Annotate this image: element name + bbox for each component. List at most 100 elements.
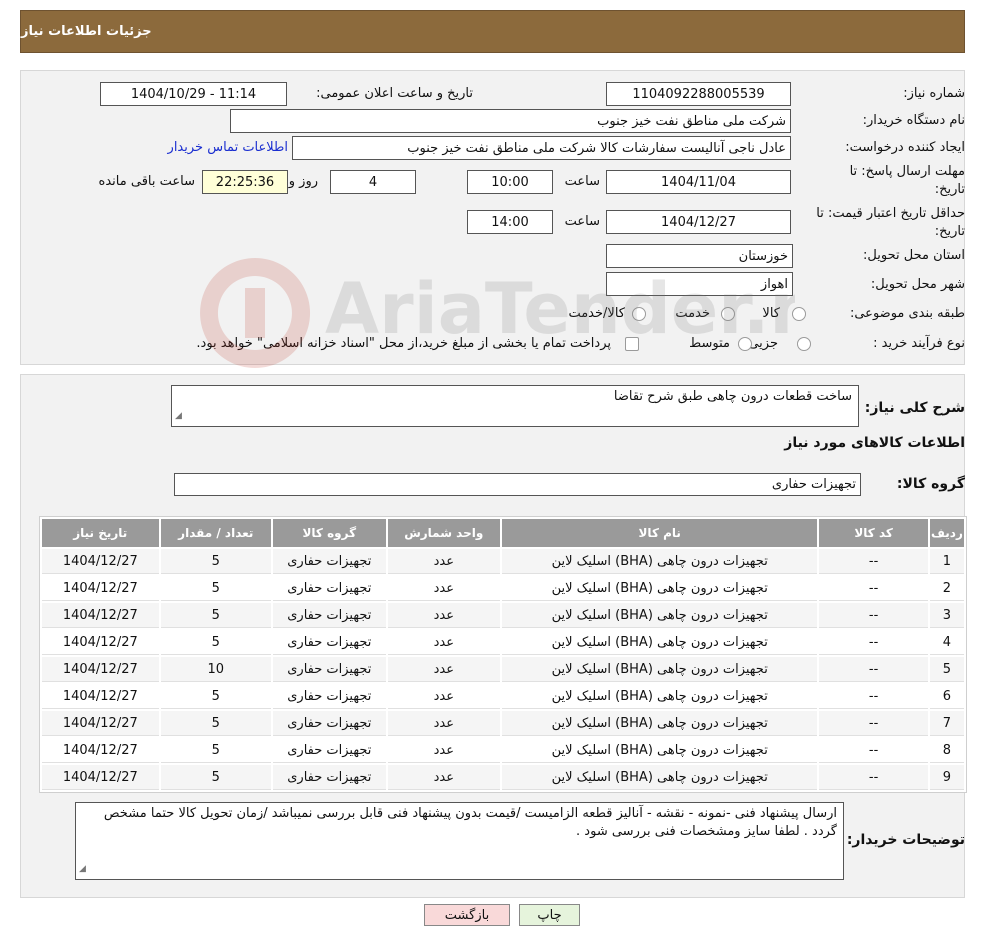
cell-need-date: 1404/12/27: [42, 684, 159, 709]
cell-unit: عدد: [387, 603, 501, 628]
page-title: جزئیات اطلاعات نیاز: [21, 24, 152, 39]
table-row: 6 -- تجهیزات درون چاهی (BHA) اسلیک لاین عدد…: [42, 684, 964, 709]
cell-item-name: تجهیزات درون چاهی (BHA) اسلیک لاین: [502, 765, 818, 790]
cell-group: تجهیزات حفاری: [273, 549, 386, 574]
days-field: 4: [330, 170, 416, 194]
cell-item-code: --: [819, 684, 928, 709]
cell-need-date: 1404/12/27: [42, 738, 159, 763]
city-label: شهر محل تحویل:: [870, 277, 965, 292]
cell-row-number: 3: [929, 603, 964, 628]
cell-need-date: 1404/12/27: [42, 657, 159, 682]
cell-item-code: --: [819, 603, 928, 628]
cell-row-number: 5: [929, 657, 964, 682]
items-table: ردیف کد کالا نام کالا واحد شمارش گروه کا…: [39, 516, 967, 793]
cell-item-name: تجهیزات درون چاهی (BHA) اسلیک لاین: [502, 711, 818, 736]
days-label: روز و: [288, 174, 318, 189]
deadline-time-field: 10:00: [467, 170, 553, 194]
cell-unit: عدد: [387, 711, 501, 736]
category-option-service: خدمت: [675, 306, 710, 321]
page-header: جزئیات اطلاعات نیاز: [20, 10, 965, 53]
goods-group-label: گروه کالا:: [896, 476, 965, 492]
cell-quantity: 5: [160, 549, 272, 574]
cell-unit: عدد: [387, 549, 501, 574]
cell-item-code: --: [819, 657, 928, 682]
purchase-radio-minor[interactable]: [797, 337, 811, 351]
col-header-date: تاریخ نیاز: [42, 519, 159, 547]
col-header-qty: تعداد / مقدار: [160, 519, 272, 547]
cell-quantity: 5: [160, 576, 272, 601]
cell-unit: عدد: [387, 684, 501, 709]
creator-field: عادل ناجی آنالیست سفارشات کالا شرکت ملی …: [292, 136, 791, 160]
cell-need-date: 1404/12/27: [42, 576, 159, 601]
table-row: 9 -- تجهیزات درون چاهی (BHA) اسلیک لاین عدد…: [42, 765, 964, 790]
cell-item-name: تجهیزات درون چاهی (BHA) اسلیک لاین: [502, 576, 818, 601]
remaining-label: ساعت باقی مانده: [98, 174, 195, 189]
col-header-code: کد کالا: [819, 519, 928, 547]
deadline-label-1: مهلت ارسال پاسخ: تا: [849, 164, 965, 179]
col-header-unit: واحد شمارش: [387, 519, 501, 547]
validity-date-field: 1404/12/27: [606, 210, 791, 234]
cell-item-code: --: [819, 765, 928, 790]
table-row: 5 -- تجهیزات درون چاهی (BHA) اسلیک لاین عدد…: [42, 657, 964, 682]
cell-quantity: 5: [160, 603, 272, 628]
category-radio-both[interactable]: [632, 307, 646, 321]
creator-label: ایجاد کننده درخواست:: [845, 140, 965, 155]
cell-quantity: 10: [160, 657, 272, 682]
table-row: 7 -- تجهیزات درون چاهی (BHA) اسلیک لاین عدد…: [42, 711, 964, 736]
cell-item-code: --: [819, 549, 928, 574]
cell-quantity: 5: [160, 738, 272, 763]
goods-group-field: تجهیزات حفاری: [174, 473, 861, 496]
announce-label: تاریخ و ساعت اعلان عمومی:: [316, 86, 473, 101]
back-button[interactable]: بازگشت: [424, 904, 510, 926]
payment-checkbox[interactable]: [625, 337, 639, 351]
purchase-radio-medium[interactable]: [738, 337, 752, 351]
table-row: 1 -- تجهیزات درون چاهی (BHA) اسلیک لاین عدد…: [42, 549, 964, 574]
validity-label-1: حداقل تاریخ اعتبار قیمت: تا: [816, 206, 965, 221]
print-button[interactable]: چاپ: [519, 904, 580, 926]
buyer-notes-text: ارسال پیشنهاد فنی -نمونه - نقشه - آنالیز…: [103, 806, 837, 839]
buyer-contact-link[interactable]: اطلاعات تماس خریدار: [168, 140, 288, 155]
cell-group: تجهیزات حفاری: [273, 765, 386, 790]
cell-need-date: 1404/12/27: [42, 765, 159, 790]
cell-item-name: تجهیزات درون چاهی (BHA) اسلیک لاین: [502, 684, 818, 709]
cell-unit: عدد: [387, 630, 501, 655]
col-header-group: گروه کالا: [273, 519, 386, 547]
buyer-notes-field: ارسال پیشنهاد فنی -نمونه - نقشه - آنالیز…: [75, 802, 844, 880]
table-row: 4 -- تجهیزات درون چاهی (BHA) اسلیک لاین عدد…: [42, 630, 964, 655]
table-header-row: ردیف کد کالا نام کالا واحد شمارش گروه کا…: [42, 519, 964, 547]
resize-grip-icon[interactable]: ◢: [175, 407, 182, 425]
cell-quantity: 5: [160, 711, 272, 736]
purchase-option-medium: متوسط: [689, 336, 730, 351]
cell-unit: عدد: [387, 657, 501, 682]
need-number-label: شماره نیاز:: [903, 86, 965, 101]
cell-quantity: 5: [160, 765, 272, 790]
cell-group: تجهیزات حفاری: [273, 603, 386, 628]
goods-info-title: اطلاعات کالاهای مورد نیاز: [784, 435, 965, 451]
description-text: ساخت قطعات درون چاهی طبق شرح تقاضا: [613, 389, 852, 404]
cell-unit: عدد: [387, 765, 501, 790]
cell-item-name: تجهیزات درون چاهی (BHA) اسلیک لاین: [502, 630, 818, 655]
description-label: شرح کلی نیاز:: [864, 400, 965, 416]
category-radio-goods[interactable]: [792, 307, 806, 321]
cell-item-name: تجهیزات درون چاهی (BHA) اسلیک لاین: [502, 657, 818, 682]
cell-item-code: --: [819, 576, 928, 601]
table-row: 2 -- تجهیزات درون چاهی (BHA) اسلیک لاین عدد…: [42, 576, 964, 601]
cell-row-number: 2: [929, 576, 964, 601]
cell-row-number: 7: [929, 711, 964, 736]
col-header-name: نام کالا: [502, 519, 818, 547]
cell-item-code: --: [819, 630, 928, 655]
category-option-goods: کالا: [762, 306, 780, 321]
category-radio-service[interactable]: [721, 307, 735, 321]
category-option-both: کالا/خدمت: [568, 306, 625, 321]
resize-grip-icon[interactable]: ◢: [79, 860, 86, 878]
table-row: 3 -- تجهیزات درون چاهی (BHA) اسلیک لاین عدد…: [42, 603, 964, 628]
province-label: استان محل تحویل:: [863, 248, 965, 263]
category-label: طبقه بندی موضوعی:: [849, 306, 965, 321]
cell-group: تجهیزات حفاری: [273, 576, 386, 601]
col-header-row: ردیف: [929, 519, 964, 547]
cell-need-date: 1404/12/27: [42, 630, 159, 655]
cell-row-number: 9: [929, 765, 964, 790]
table-row: 8 -- تجهیزات درون چاهی (BHA) اسلیک لاین عدد…: [42, 738, 964, 763]
cell-item-code: --: [819, 711, 928, 736]
cell-item-code: --: [819, 738, 928, 763]
